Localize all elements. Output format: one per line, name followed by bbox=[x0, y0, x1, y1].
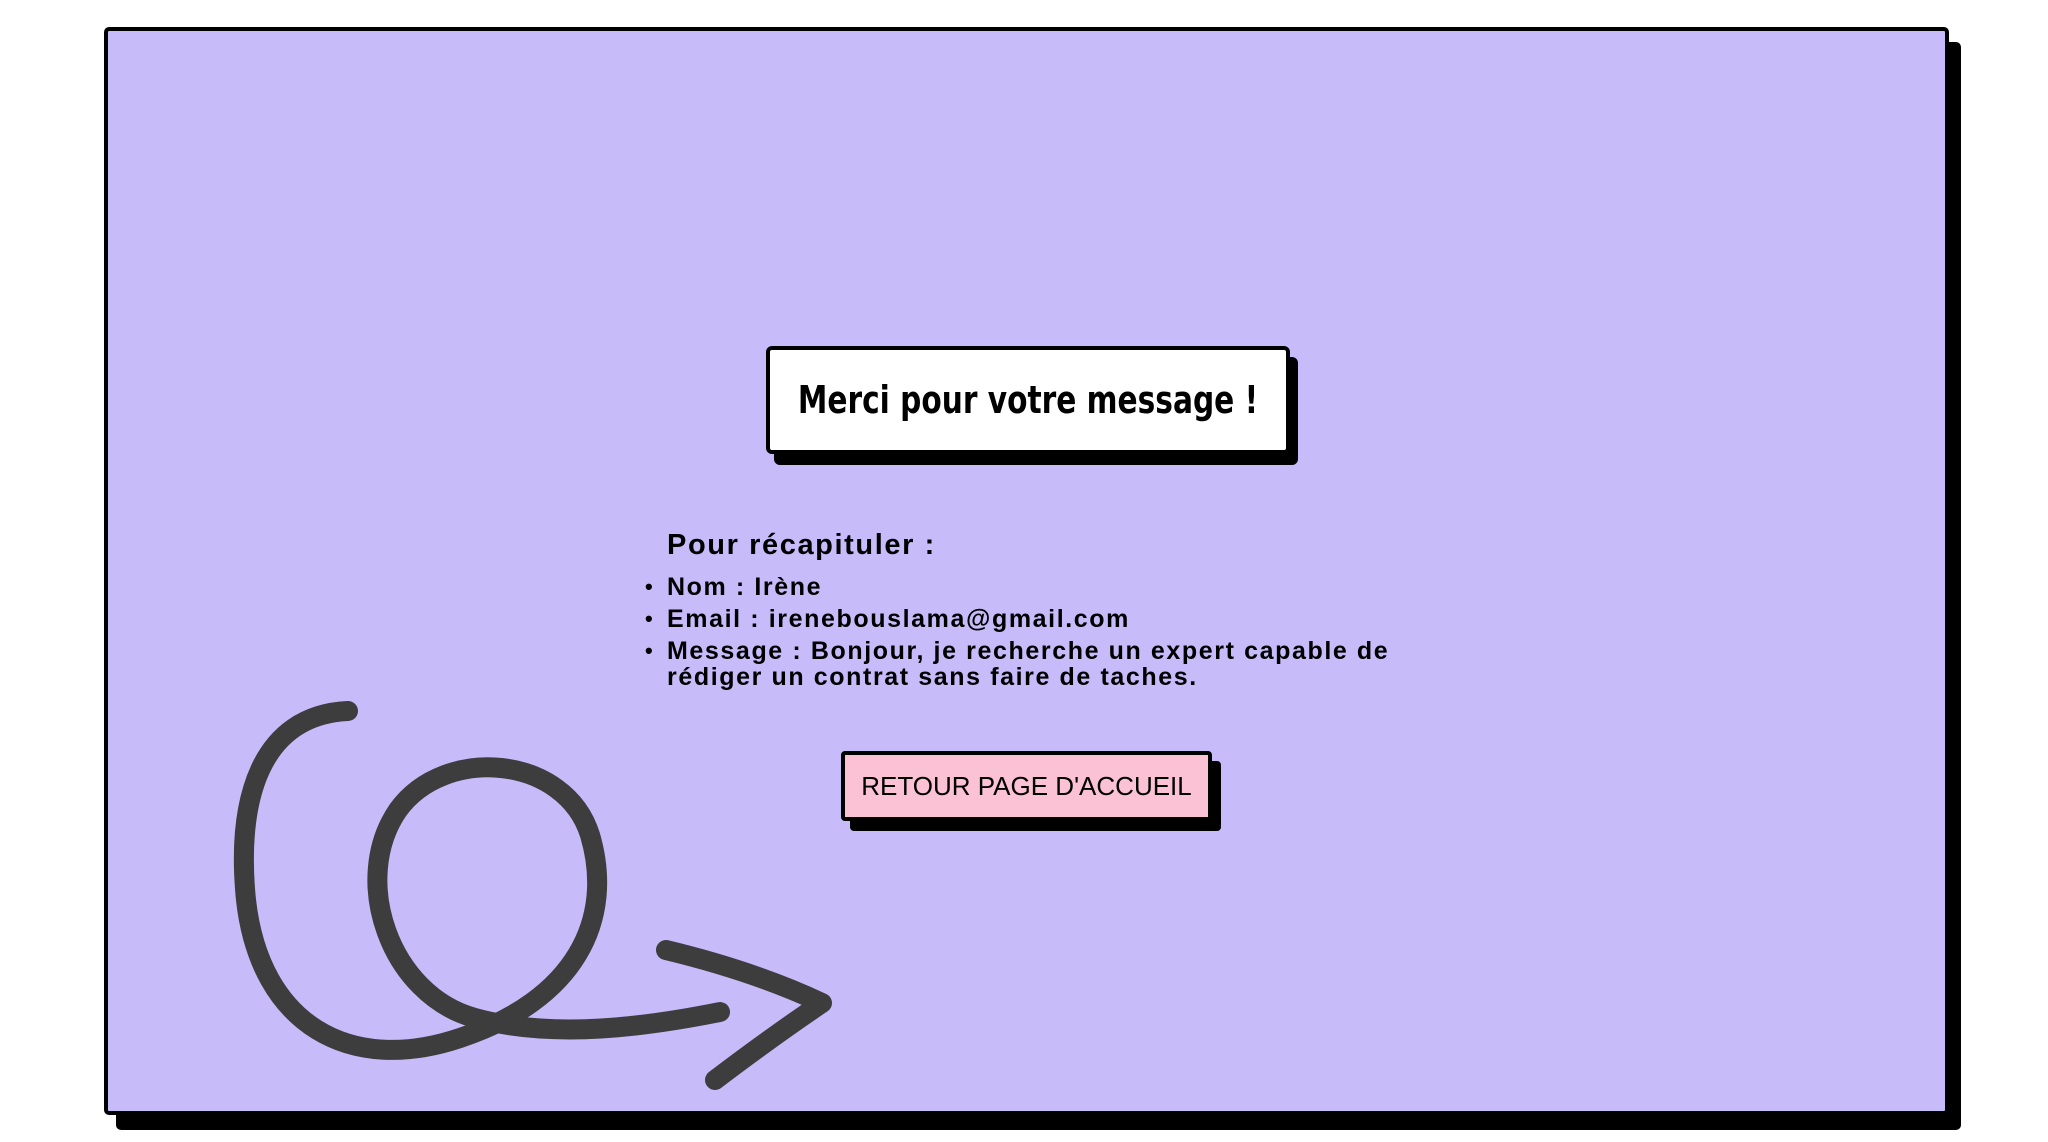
recap-section: Pour récapituler : • Nom : Irène • Email… bbox=[645, 528, 1427, 696]
recap-message-text: Message : Bonjour, je recherche un exper… bbox=[667, 637, 1390, 691]
page-title: Merci pour votre message ! bbox=[797, 378, 1259, 422]
bullet-icon: • bbox=[645, 638, 655, 663]
recap-email-text: Email : irenebouslama@gmail.com bbox=[667, 605, 1130, 633]
home-button[interactable]: RETOUR PAGE D'ACCUEIL bbox=[841, 751, 1212, 821]
recap-item-name: • Nom : Irène bbox=[645, 573, 1427, 601]
recap-item-message: • Message : Bonjour, je recherche un exp… bbox=[645, 637, 1427, 691]
title-box: Merci pour votre message ! bbox=[766, 346, 1290, 454]
recap-name-text: Nom : Irène bbox=[667, 573, 823, 601]
hand-drawn-loop-arrow-icon bbox=[233, 701, 832, 1090]
recap-list: • Nom : Irène • Email : irenebouslama@gm… bbox=[645, 573, 1427, 691]
recap-heading: Pour récapituler : bbox=[667, 529, 936, 561]
home-button-label: RETOUR PAGE D'ACCUEIL bbox=[861, 770, 1192, 801]
bullet-icon: • bbox=[645, 574, 655, 599]
bullet-icon: • bbox=[645, 606, 655, 631]
recap-item-email: • Email : irenebouslama@gmail.com bbox=[645, 605, 1427, 633]
